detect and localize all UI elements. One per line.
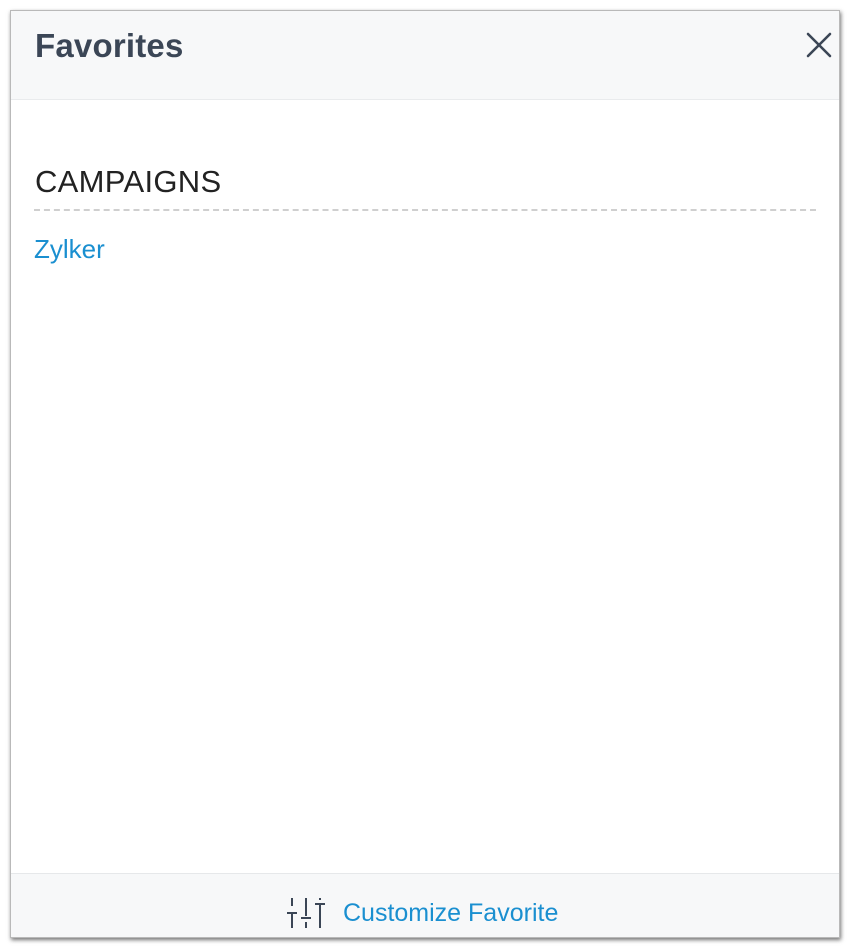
favorites-panel: Favorites CAMPAIGNS Zylker Customize Fav… [10, 10, 840, 938]
panel-header: Favorites [11, 11, 839, 100]
panel-footer: Customize Favorite [11, 873, 839, 937]
customize-favorite-button[interactable]: Customize Favorite [285, 896, 558, 930]
favorite-item-link[interactable]: Zylker [34, 234, 105, 265]
sliders-icon [287, 898, 325, 928]
close-icon [806, 32, 832, 58]
close-button[interactable] [803, 29, 835, 61]
customize-favorite-label: Customize Favorite [343, 898, 559, 927]
section-heading-campaigns: CAMPAIGNS [35, 164, 222, 199]
panel-title: Favorites [35, 27, 184, 64]
section-divider [34, 209, 816, 211]
